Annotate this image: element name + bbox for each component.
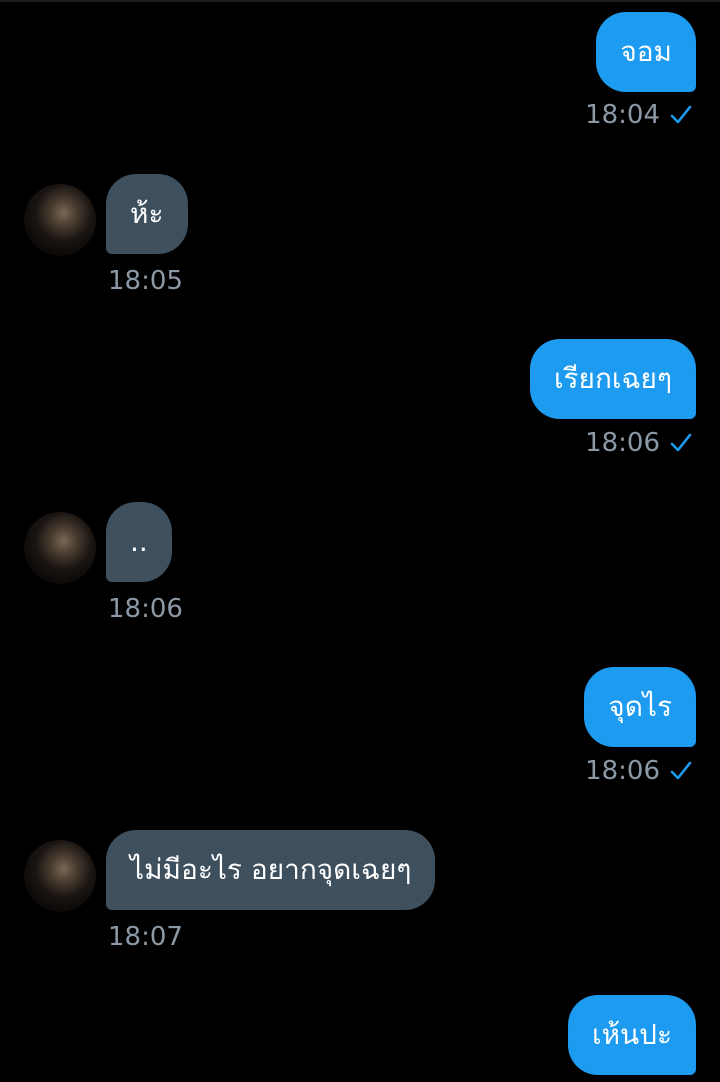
message-timestamp: 18:04 (585, 100, 660, 130)
message-timestamp: 18:07 (108, 922, 183, 952)
message-meta: 18:06 (585, 426, 692, 460)
outgoing-message-bubble[interactable]: เห้นปะ (568, 995, 696, 1075)
outgoing-message-bubble[interactable]: เรียกเฉยๆ (529, 339, 696, 419)
message-meta: 18:06 (585, 754, 692, 788)
message-timestamp: 18:06 (585, 756, 660, 786)
message-timestamp: 18:05 (108, 266, 183, 296)
message-timestamp: 18:06 (108, 594, 183, 624)
incoming-message-bubble[interactable]: .. (106, 502, 172, 582)
outgoing-message-bubble[interactable]: จุดไร (584, 667, 696, 747)
check-icon (670, 105, 692, 124)
avatar[interactable] (24, 184, 96, 256)
avatar[interactable] (24, 840, 96, 912)
message-timestamp: 18:06 (585, 428, 660, 458)
message-meta: 18:04 (585, 98, 692, 132)
outgoing-message-bubble[interactable]: จอม (596, 12, 696, 92)
incoming-message-bubble[interactable]: ไม่มีอะไร อยากจุดเฉยๆ (106, 830, 436, 910)
top-divider (0, 0, 720, 2)
check-icon (670, 433, 692, 452)
avatar[interactable] (24, 512, 96, 584)
incoming-message-bubble[interactable]: ห้ะ (106, 174, 188, 254)
check-icon (670, 761, 692, 780)
